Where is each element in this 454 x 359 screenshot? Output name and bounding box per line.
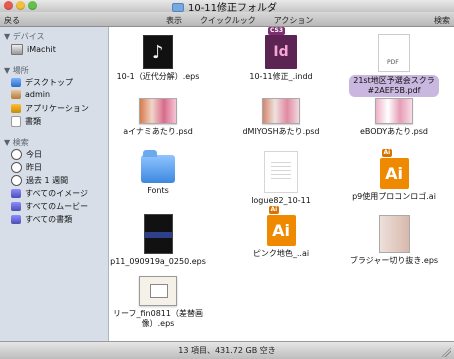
file-item[interactable]: Id 10-11修正_.indd [225, 27, 337, 82]
file-item[interactable]: リーフ_fin0811（差替画 像）.eps [102, 276, 214, 329]
eps-file-icon [139, 276, 177, 306]
file-item[interactable]: Ai p9使用プロコンロゴ.ai [338, 149, 450, 202]
illustrator-file-icon: Ai [266, 206, 296, 246]
file-label: 10-11修正_.indd [249, 72, 313, 81]
sidebar-item-admin[interactable]: admin [11, 90, 50, 99]
sidebar-item-label: 今日 [26, 150, 42, 159]
file-label: aイナミあたり.psd [123, 127, 193, 136]
sidebar-item-past-week[interactable]: 過去 1 週間 [11, 175, 68, 186]
clock-icon [11, 149, 22, 160]
sidebar-item-label: すべての書類 [25, 215, 73, 224]
view-button[interactable]: 表示 [166, 15, 182, 26]
file-item[interactable]: eBODYあたり.psd [338, 98, 450, 137]
file-label: 10-1（近代分解）.eps [116, 72, 200, 81]
status-text: 13 項目、431.72 GB 空き [178, 346, 276, 355]
file-label: logue82_10-11 [251, 196, 311, 205]
file-label: eBODYあたり.psd [359, 127, 429, 136]
photo-thumbnail-icon [139, 98, 177, 124]
folder-item[interactable]: Fonts [102, 150, 214, 196]
smart-folder-icon [11, 189, 21, 198]
places-heading: ▼ 場所 [4, 66, 29, 75]
file-item[interactable]: aイナミあたり.psd [102, 98, 214, 137]
desktop-icon [11, 78, 21, 87]
folder-icon [171, 2, 184, 12]
back-button[interactable]: 戻る [4, 15, 20, 26]
file-grid: 10-1（近代分解）.eps Id 10-11修正_.indd 21st地区予選会… [109, 27, 454, 342]
file-item[interactable]: dMIYOSHあたり.psd [225, 98, 337, 137]
sidebar-item-label: アプリケーション [25, 104, 89, 113]
devices-heading: ▼ デバイス [4, 32, 45, 41]
eps-file-icon [143, 214, 173, 254]
sidebar-item-label: デスクトップ [25, 78, 73, 87]
file-item[interactable]: logue82_10-11 [225, 151, 337, 206]
quicklook-button[interactable]: クイックルック [200, 15, 256, 26]
smart-folder-icon [11, 215, 21, 224]
status-bar: 13 項目、431.72 GB 空き [0, 341, 454, 359]
file-label: p9使用プロコンロゴ.ai [352, 192, 436, 201]
sidebar-item-applications[interactable]: アプリケーション [11, 103, 89, 114]
sidebar-item-yesterday[interactable]: 昨日 [11, 162, 42, 173]
sidebar-item-desktop[interactable]: デスクトップ [11, 77, 73, 88]
hard-drive-icon [11, 44, 23, 55]
file-label: ブラジャー切り抜き.eps [349, 256, 439, 265]
file-item[interactable]: Ai ピンク地色_..ai [225, 206, 337, 259]
clock-icon [11, 162, 22, 173]
toolbar-center: 表示 クイックルック アクション [166, 15, 313, 26]
file-label: dMIYOSHあたり.psd [242, 127, 320, 136]
sidebar-item-documents[interactable]: 書類 [11, 116, 41, 127]
sidebar-item-all-images[interactable]: すべてのイメージ [11, 188, 88, 199]
sidebar-item-label: すべてのムービー [25, 202, 89, 211]
sidebar-item-imachit[interactable]: iMachit [11, 44, 56, 55]
indesign-file-icon: Id [265, 27, 297, 69]
home-icon [11, 90, 21, 99]
photo-thumbnail-icon [375, 98, 413, 124]
clock-icon [11, 175, 22, 186]
file-label: ピンク地色_..ai [252, 249, 310, 258]
folder-icon [141, 150, 175, 183]
sidebar-item-label: iMachit [27, 45, 56, 54]
file-item-selected[interactable]: 21st地区予選会スクラ #2AEF5B.pdf [338, 34, 450, 97]
smart-folder-icon [11, 202, 21, 211]
illustrator-file-icon: Ai [379, 149, 409, 189]
sidebar: ▼ デバイス iMachit ▼ 場所 デスクトップ admin アプリケーショ… [0, 27, 109, 342]
file-label: p11_090919a_0250.eps [110, 257, 206, 266]
file-label: リーフ_fin0811（差替画 像）.eps [113, 309, 203, 328]
sidebar-item-today[interactable]: 今日 [11, 149, 42, 160]
file-label: 21st地区予選会スクラ #2AEF5B.pdf [349, 75, 439, 97]
sidebar-item-all-documents[interactable]: すべての書類 [11, 214, 72, 225]
sidebar-item-all-movies[interactable]: すべてのムービー [11, 201, 88, 212]
documents-icon [11, 116, 21, 127]
sidebar-item-label: 昨日 [26, 163, 42, 172]
search-button[interactable]: 検索 [434, 15, 450, 26]
toolbar: 戻る 表示 クイックルック アクション 検索 [0, 12, 454, 27]
search-heading: ▼ 検索 [4, 138, 29, 147]
photo-thumbnail-icon [378, 215, 410, 253]
finder-window: 10-11修正フォルダ_ 戻る 表示 クイックルック アクション 検索 ▼ デバ… [0, 0, 454, 359]
applications-icon [11, 104, 21, 113]
resize-grip-icon[interactable] [442, 348, 451, 357]
file-item[interactable]: 10-1（近代分解）.eps [102, 35, 214, 82]
file-label: Fonts [147, 186, 169, 195]
sidebar-item-label: 過去 1 週間 [26, 176, 69, 185]
photo-thumbnail-icon [262, 98, 300, 124]
file-item[interactable]: p11_090919a_0250.eps [102, 214, 214, 267]
eps-file-icon [143, 35, 173, 69]
sidebar-item-label: すべてのイメージ [25, 189, 88, 198]
document-icon [264, 151, 298, 193]
window-title-wrapper: 10-11修正フォルダ_ [0, 0, 454, 14]
sidebar-item-label: admin [25, 90, 51, 99]
pdf-file-icon [378, 34, 410, 72]
action-button[interactable]: アクション [274, 15, 314, 26]
sidebar-item-label: 書類 [25, 117, 41, 126]
file-item[interactable]: ブラジャー切り抜き.eps [338, 215, 450, 266]
